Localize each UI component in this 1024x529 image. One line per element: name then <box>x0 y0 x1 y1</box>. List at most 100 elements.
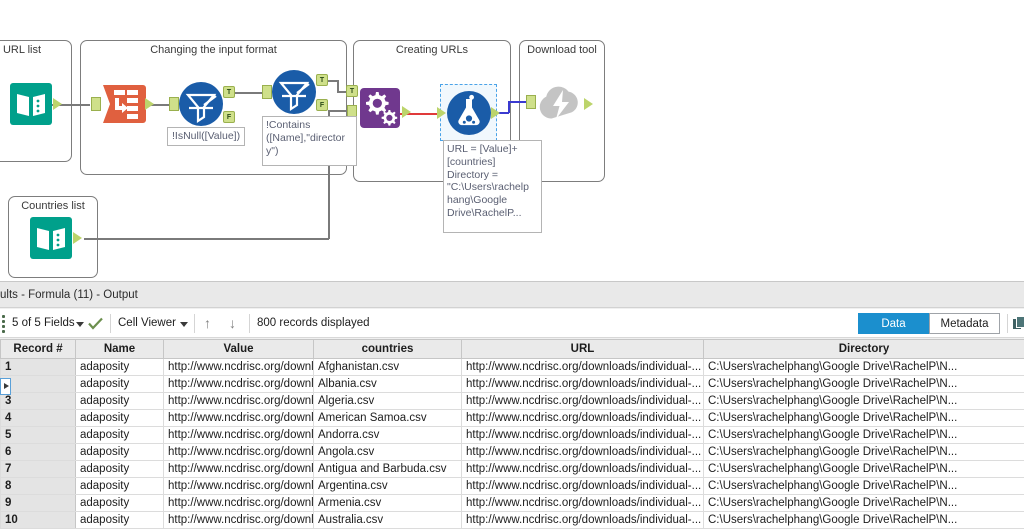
table-row[interactable]: 10 adaposity http://www.ncdrisc.org/down… <box>1 512 1024 529</box>
cell-name[interactable]: adaposity <box>76 393 164 410</box>
tab-metadata[interactable]: Metadata <box>929 313 1000 334</box>
cell-url[interactable]: http://www.ncdrisc.org/downloads/individ… <box>462 495 704 512</box>
cell-directory[interactable]: C:\Users\rachelphang\Google Drive\Rachel… <box>704 478 1024 495</box>
input-anchor[interactable] <box>526 95 536 109</box>
output-anchor[interactable] <box>584 98 593 111</box>
table-row[interactable]: 8 adaposity http://www.ncdrisc.org/downl… <box>1 478 1024 495</box>
results-table[interactable]: Record # Name Value countries URL Direct… <box>0 339 1024 529</box>
cell-name[interactable]: adaposity <box>76 410 164 427</box>
output-anchor-true[interactable]: T <box>316 74 328 86</box>
tool-transpose[interactable] <box>100 81 146 127</box>
cell-value[interactable]: http://www.ncdrisc.org/downloads/individ… <box>164 512 314 529</box>
results-grid[interactable]: Record # Name Value countries URL Direct… <box>0 339 1024 529</box>
table-row[interactable]: 3 adaposity http://www.ncdrisc.org/downl… <box>1 393 1024 410</box>
tool-filter-1[interactable]: T F <box>178 81 224 127</box>
cell-directory[interactable]: C:\Users\rachelphang\Google Drive\Rachel… <box>704 376 1024 393</box>
cell-url[interactable]: http://www.ncdrisc.org/downloads/individ… <box>462 393 704 410</box>
fields-selector-chevron-down-icon[interactable] <box>76 322 84 327</box>
fields-selector-label[interactable]: 5 of 5 Fields <box>12 309 75 338</box>
cell-value[interactable]: http://www.ncdrisc.org/downloads/individ… <box>164 495 314 512</box>
cell-directory[interactable]: C:\Users\rachelphang\Google Drive\Rachel… <box>704 444 1024 461</box>
cell-directory[interactable]: C:\Users\rachelphang\Google Drive\Rachel… <box>704 495 1024 512</box>
cell-value[interactable]: http://www.ncdrisc.org/downloads/individ… <box>164 410 314 427</box>
copy-icon[interactable] <box>1012 316 1024 332</box>
cell-name[interactable]: adaposity <box>76 461 164 478</box>
output-anchor[interactable] <box>53 98 62 111</box>
cell-countries[interactable]: Argentina.csv <box>314 478 462 495</box>
cell-url[interactable]: http://www.ncdrisc.org/downloads/individ… <box>462 427 704 444</box>
cell-countries[interactable]: Albania.csv <box>314 376 462 393</box>
cell-countries[interactable]: Afghanistan.csv <box>314 359 462 376</box>
cell-countries[interactable]: Angola.csv <box>314 444 462 461</box>
table-row[interactable]: 6 adaposity http://www.ncdrisc.org/downl… <box>1 444 1024 461</box>
cell-name[interactable]: adaposity <box>76 359 164 376</box>
cell-value[interactable]: http://www.ncdrisc.org/downloads/individ… <box>164 444 314 461</box>
cell-directory[interactable]: C:\Users\rachelphang\Google Drive\Rachel… <box>704 410 1024 427</box>
cell-countries[interactable]: Armenia.csv <box>314 495 462 512</box>
output-anchor[interactable] <box>491 107 500 120</box>
cell-url[interactable]: http://www.ncdrisc.org/downloads/individ… <box>462 359 704 376</box>
cell-name[interactable]: adaposity <box>76 512 164 529</box>
output-anchor-false[interactable]: F <box>223 111 235 123</box>
column-header-name[interactable]: Name <box>76 340 164 359</box>
cell-countries[interactable]: Algeria.csv <box>314 393 462 410</box>
cell-viewer-chevron-down-icon[interactable] <box>180 322 188 327</box>
tool-formula[interactable] <box>446 90 492 136</box>
cell-countries[interactable]: American Samoa.csv <box>314 410 462 427</box>
cell-value[interactable]: http://www.ncdrisc.org/downloads/individ… <box>164 478 314 495</box>
cell-value[interactable]: http://www.ncdrisc.org/downloads/individ… <box>164 461 314 478</box>
cell-value[interactable]: http://www.ncdrisc.org/downloads/individ… <box>164 359 314 376</box>
cell-viewer-label[interactable]: Cell Viewer <box>118 309 176 338</box>
cell-name[interactable]: adaposity <box>76 427 164 444</box>
column-header-directory[interactable]: Directory <box>704 340 1024 359</box>
column-header-countries[interactable]: countries <box>314 340 462 359</box>
cell-directory[interactable]: C:\Users\rachelphang\Google Drive\Rachel… <box>704 359 1024 376</box>
results-toolbar[interactable]: 5 of 5 Fields Cell Viewer ↑ ↓ 800 record… <box>0 309 1024 338</box>
cell-directory[interactable]: C:\Users\rachelphang\Google Drive\Rachel… <box>704 393 1024 410</box>
tool-append-fields[interactable]: T <box>357 85 403 131</box>
cell-directory[interactable]: C:\Users\rachelphang\Google Drive\Rachel… <box>704 512 1024 529</box>
cell-countries[interactable]: Antigua and Barbuda.csv <box>314 461 462 478</box>
cell-countries[interactable]: Australia.csv <box>314 512 462 529</box>
arrow-down-icon[interactable]: ↓ <box>229 316 236 331</box>
tool-download[interactable] <box>538 81 584 127</box>
cell-name[interactable]: adaposity <box>76 495 164 512</box>
cell-name[interactable]: adaposity <box>76 478 164 495</box>
tool-filter-2[interactable]: T F <box>271 69 317 115</box>
workflow-canvas[interactable]: URL list Changing the input format Creat… <box>0 0 1024 281</box>
column-header-url[interactable]: URL <box>462 340 704 359</box>
output-anchor[interactable] <box>145 98 154 111</box>
cell-value[interactable]: http://www.ncdrisc.org/downloads/individ… <box>164 427 314 444</box>
tool-input-data-url-list[interactable] <box>8 81 54 127</box>
tool-input-data-countries-list[interactable] <box>28 215 74 261</box>
cell-url[interactable]: http://www.ncdrisc.org/downloads/individ… <box>462 410 704 427</box>
toolbar-grip-handle[interactable] <box>2 315 7 332</box>
column-header-record[interactable]: Record # <box>1 340 76 359</box>
output-anchor-false[interactable]: F <box>316 99 328 111</box>
table-row[interactable]: 2 adaposity http://www.ncdrisc.org/downl… <box>1 376 1024 393</box>
cell-name[interactable]: adaposity <box>76 444 164 461</box>
cell-url[interactable]: http://www.ncdrisc.org/downloads/individ… <box>462 512 704 529</box>
column-header-value[interactable]: Value <box>164 340 314 359</box>
check-icon[interactable] <box>88 317 103 330</box>
cell-name[interactable]: adaposity <box>76 376 164 393</box>
cell-url[interactable]: http://www.ncdrisc.org/downloads/individ… <box>462 461 704 478</box>
table-row[interactable]: 4 adaposity http://www.ncdrisc.org/downl… <box>1 410 1024 427</box>
input-anchor[interactable] <box>437 107 446 120</box>
output-anchor[interactable] <box>402 106 411 119</box>
table-row[interactable]: 9 adaposity http://www.ncdrisc.org/downl… <box>1 495 1024 512</box>
cell-countries[interactable]: Andorra.csv <box>314 427 462 444</box>
tab-data[interactable]: Data <box>858 313 929 334</box>
table-row[interactable]: 1 adaposity http://www.ncdrisc.org/downl… <box>1 359 1024 376</box>
table-row[interactable]: 7 adaposity http://www.ncdrisc.org/downl… <box>1 461 1024 478</box>
output-anchor-true[interactable]: T <box>223 86 235 98</box>
cell-directory[interactable]: C:\Users\rachelphang\Google Drive\Rachel… <box>704 461 1024 478</box>
cell-value[interactable]: http://www.ncdrisc.org/downloads/individ… <box>164 376 314 393</box>
cell-url[interactable]: http://www.ncdrisc.org/downloads/individ… <box>462 444 704 461</box>
cell-url[interactable]: http://www.ncdrisc.org/downloads/individ… <box>462 376 704 393</box>
cell-value[interactable]: http://www.ncdrisc.org/downloads/individ… <box>164 393 314 410</box>
output-anchor[interactable] <box>73 232 82 245</box>
arrow-up-icon[interactable]: ↑ <box>204 316 211 331</box>
table-row[interactable]: 5 adaposity http://www.ncdrisc.org/downl… <box>1 427 1024 444</box>
cell-url[interactable]: http://www.ncdrisc.org/downloads/individ… <box>462 478 704 495</box>
